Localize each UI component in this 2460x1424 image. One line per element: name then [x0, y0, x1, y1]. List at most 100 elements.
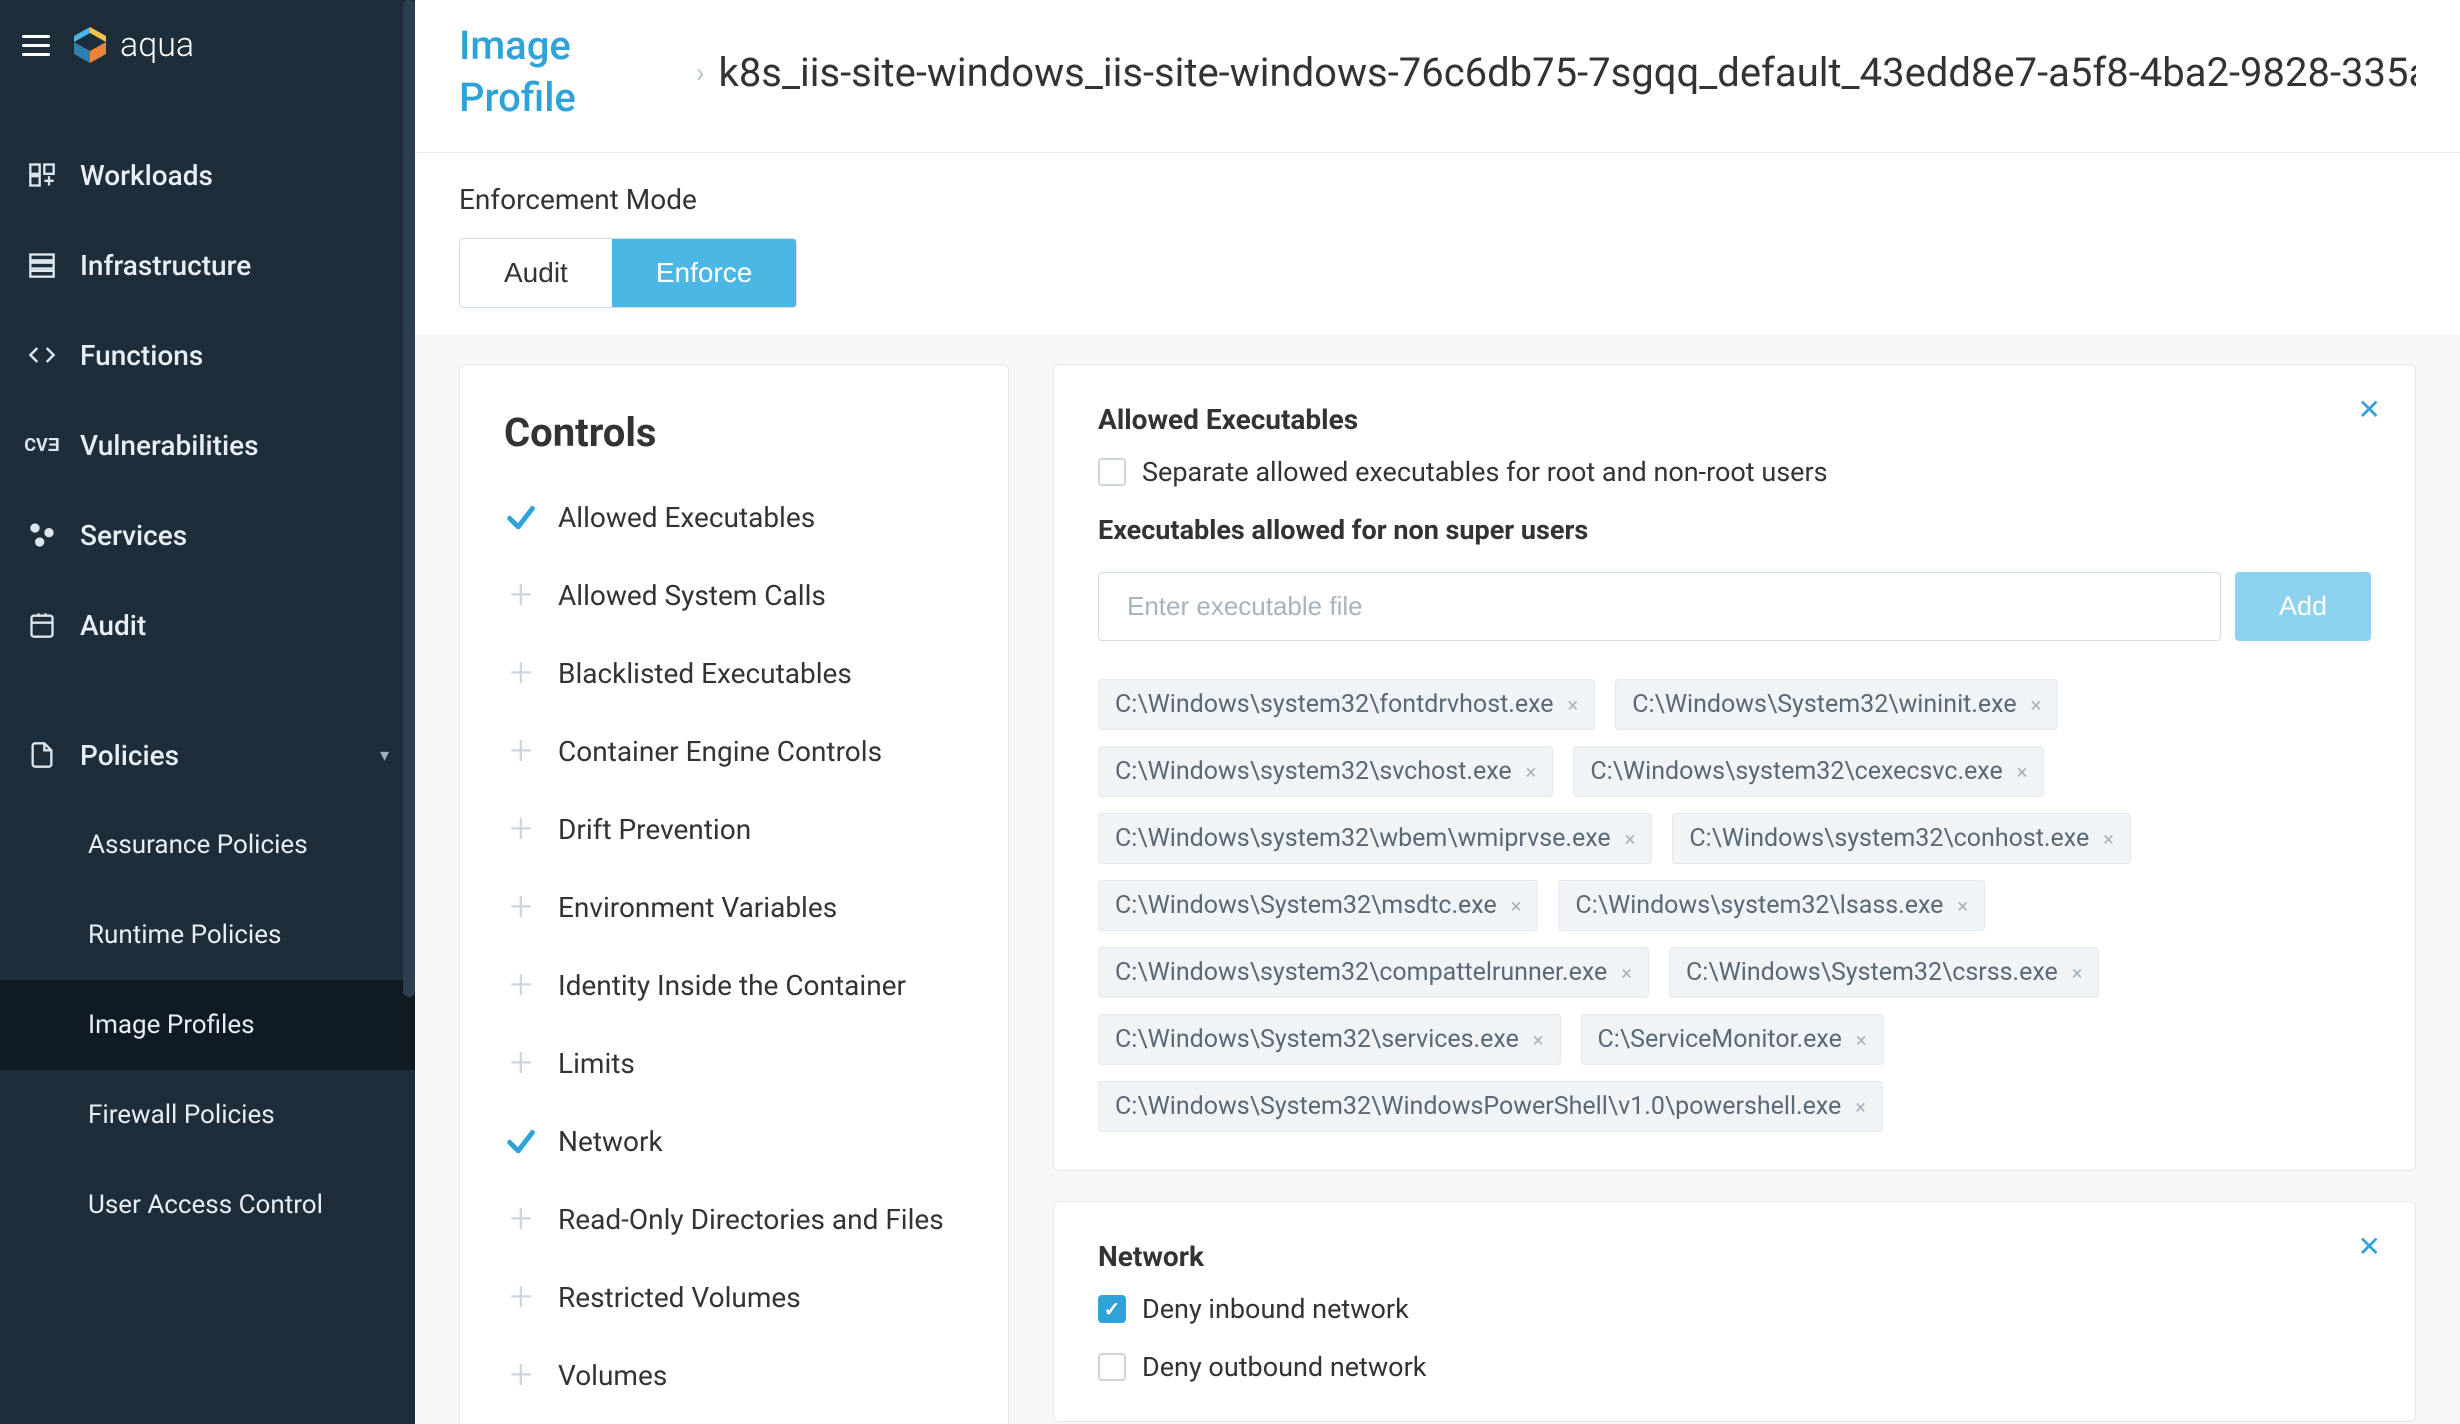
executable-tag: C:\Windows\System32\wininit.exe × — [1615, 679, 2058, 730]
control-item[interactable]: +Volumes — [504, 1358, 964, 1392]
control-item[interactable]: +Restricted Volumes — [504, 1280, 964, 1314]
control-item[interactable]: +Container Engine Controls — [504, 734, 964, 768]
control-item[interactable]: Network — [504, 1124, 964, 1158]
executable-tag: C:\Windows\system32\fontdrvhost.exe × — [1098, 679, 1595, 730]
brand-logo[interactable]: aqua — [70, 25, 194, 65]
tag-text: C:\Windows\system32\fontdrvhost.exe — [1115, 690, 1554, 719]
sidebar: aqua Workloads Infrastructure Functions … — [0, 0, 415, 1424]
allowed-executables-card: ✕ Allowed Executables Separate allowed e… — [1053, 364, 2416, 1171]
remove-tag-icon[interactable]: × — [2103, 827, 2114, 851]
check-icon — [504, 500, 538, 534]
separate-root-checkbox[interactable] — [1098, 458, 1126, 486]
remove-tag-icon[interactable]: × — [2072, 961, 2083, 985]
plus-icon: + — [504, 734, 538, 768]
tag-text: C:\Windows\System32\csrss.exe — [1686, 958, 2058, 987]
control-item[interactable]: + Limits — [504, 1046, 964, 1080]
deny-outbound-row: Deny outbound network — [1098, 1351, 2371, 1383]
logo-cube-icon — [70, 25, 110, 65]
tag-text: C:\Windows\System32\WindowsPowerShell\v1… — [1115, 1092, 1841, 1121]
plus-icon: + — [504, 890, 538, 924]
plus-icon: + — [504, 1046, 538, 1080]
nav-infrastructure[interactable]: Infrastructure — [0, 220, 415, 310]
card-title: Allowed Executables — [1098, 403, 2371, 436]
nav-vulnerabilities[interactable]: CVƎ Vulnerabilities — [0, 400, 415, 490]
control-label: Environment Variables — [558, 891, 837, 924]
executable-tag: C:\ServiceMonitor.exe × — [1581, 1014, 1884, 1065]
content-area: Controls Allowed Executables+Allowed Sys… — [415, 334, 2460, 1424]
executable-tag: C:\Windows\system32\compattelrunner.exe× — [1098, 947, 1649, 998]
remove-tag-icon[interactable]: × — [1625, 827, 1636, 851]
remove-tag-icon[interactable]: × — [1855, 1095, 1866, 1119]
nav-audit[interactable]: Audit — [0, 580, 415, 670]
remove-tag-icon[interactable]: × — [2031, 693, 2042, 717]
subnav-user-access-control[interactable]: User Access Control — [0, 1160, 415, 1250]
control-item[interactable]: Allowed Executables — [504, 500, 964, 534]
tag-text: C:\Windows\system32\svchost.exe — [1115, 757, 1512, 786]
deny-inbound-checkbox[interactable] — [1098, 1295, 1126, 1323]
enforce-mode-button[interactable]: Enforce — [612, 239, 797, 307]
plus-icon: + — [504, 968, 538, 1002]
tag-text: C:\ServiceMonitor.exe — [1598, 1025, 1842, 1054]
executable-tag: C:\Windows\System32\csrss.exe × — [1669, 947, 2100, 998]
nav-functions[interactable]: Functions — [0, 310, 415, 400]
subnav-firewall-policies[interactable]: Firewall Policies — [0, 1070, 415, 1160]
close-icon[interactable]: ✕ — [2358, 1230, 2381, 1263]
add-button[interactable]: Add — [2235, 572, 2371, 641]
control-item[interactable]: +Read-Only Directories and Files — [504, 1202, 964, 1236]
remove-tag-icon[interactable]: × — [2017, 760, 2028, 784]
breadcrumb-current: k8s_iis-site-windows_iis-site-windows-76… — [719, 49, 2416, 96]
remove-tag-icon[interactable]: × — [1621, 961, 1632, 985]
remove-tag-icon[interactable]: × — [1856, 1028, 1867, 1052]
controls-list: Allowed Executables+Allowed System Calls… — [504, 500, 964, 1392]
nav-services[interactable]: Services — [0, 490, 415, 580]
control-label: Allowed System Calls — [558, 579, 826, 612]
audit-mode-button[interactable]: Audit — [460, 239, 612, 307]
plus-icon: + — [504, 812, 538, 846]
controls-title: Controls — [504, 409, 964, 456]
executable-tag: C:\Windows\system32\wbem\wmiprvse.exe× — [1098, 813, 1652, 864]
breadcrumb-root[interactable]: Image Profile — [459, 20, 682, 124]
infrastructure-icon — [26, 249, 58, 281]
nav-label: Infrastructure — [80, 249, 251, 282]
nav-list: Workloads Infrastructure Functions CVƎ V… — [0, 90, 415, 800]
control-item[interactable]: +Allowed System Calls — [504, 578, 964, 612]
sidebar-scrollbar[interactable] — [403, 0, 415, 997]
chevron-down-icon: ▾ — [380, 745, 389, 766]
breadcrumb-bar: Image Profile › k8s_iis-site-windows_iis… — [415, 0, 2460, 153]
menu-icon[interactable] — [22, 35, 50, 56]
subnav-runtime-policies[interactable]: Runtime Policies — [0, 890, 415, 980]
nav-workloads[interactable]: Workloads — [0, 130, 415, 220]
remove-tag-icon[interactable]: × — [1957, 894, 1968, 918]
deny-inbound-row: Deny inbound network — [1098, 1293, 2371, 1325]
control-label: Drift Prevention — [558, 813, 751, 846]
vulnerabilities-icon: CVƎ — [26, 429, 58, 461]
nav-policies[interactable]: Policies ▾ — [0, 710, 415, 800]
executable-input-row: Add — [1098, 572, 2371, 641]
remove-tag-icon[interactable]: × — [1526, 760, 1537, 784]
enforcement-mode-toggle: Audit Enforce — [459, 238, 797, 308]
subnav-assurance-policies[interactable]: Assurance Policies — [0, 800, 415, 890]
tag-text: C:\Windows\System32\wininit.exe — [1632, 690, 2016, 719]
close-icon[interactable]: ✕ — [2358, 393, 2381, 426]
control-item[interactable]: + Drift Prevention — [504, 812, 964, 846]
executable-tag: C:\Windows\system32\conhost.exe× — [1672, 813, 2131, 864]
subnav-image-profiles[interactable]: Image Profiles — [0, 980, 415, 1070]
executables-tag-list: C:\Windows\system32\fontdrvhost.exe×C:\W… — [1098, 679, 2371, 1132]
remove-tag-icon[interactable]: × — [1511, 894, 1522, 918]
deny-outbound-label: Deny outbound network — [1142, 1351, 1426, 1383]
executable-input[interactable] — [1098, 572, 2221, 641]
control-item[interactable]: + Environment Variables — [504, 890, 964, 924]
deny-outbound-checkbox[interactable] — [1098, 1353, 1126, 1381]
control-label: Restricted Volumes — [558, 1281, 801, 1314]
control-label: Read-Only Directories and Files — [558, 1203, 944, 1236]
workloads-icon — [26, 159, 58, 191]
remove-tag-icon[interactable]: × — [1533, 1028, 1544, 1052]
remove-tag-icon[interactable]: × — [1568, 693, 1579, 717]
nav-label: Functions — [80, 339, 203, 372]
control-item[interactable]: +Identity Inside the Container — [504, 968, 964, 1002]
executable-tag: C:\Windows\System32\services.exe × — [1098, 1014, 1561, 1065]
control-item[interactable]: +Blacklisted Executables — [504, 656, 964, 690]
tag-text: C:\Windows\System32\services.exe — [1115, 1025, 1519, 1054]
control-label: Limits — [558, 1047, 635, 1080]
executable-tag: C:\Windows\system32\lsass.exe× — [1558, 880, 1985, 931]
